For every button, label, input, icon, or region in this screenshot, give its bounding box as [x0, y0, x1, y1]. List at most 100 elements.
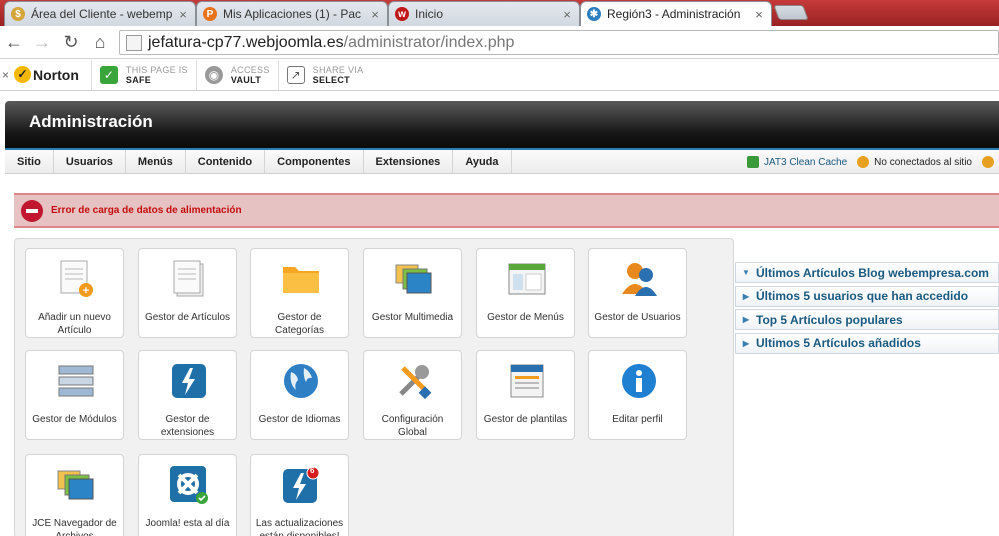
slider-last-users[interactable]: ▶ Últimos 5 usuarios que han accedido [735, 285, 999, 307]
media-manager-button[interactable]: Gestor Multimedia [363, 248, 462, 338]
tab-mis-aplicaciones[interactable]: P Mis Aplicaciones (1) - Pac × [196, 1, 388, 26]
menu-menus[interactable]: Menús [126, 149, 186, 174]
module-manager-button[interactable]: Gestor de Módulos [25, 350, 124, 440]
language-manager-button[interactable]: Gestor de Idiomas [250, 350, 349, 440]
category-manager-button[interactable]: Gestor de Categorías [250, 248, 349, 338]
menu-manager-icon [507, 259, 547, 299]
norton-share-item[interactable]: ↗ SHARE VIA SELECT [277, 59, 372, 90]
right-sliders: ▼ Últimos Artículos Blog webempresa.com … [735, 262, 999, 356]
slider-latest-articles[interactable]: ▶ Ultimos 5 Artículos añadidos [735, 332, 999, 354]
url-path: /administrator/index.php [343, 33, 515, 51]
norton-logo[interactable]: ✓ Norton [14, 66, 79, 83]
extensions-icon [169, 361, 209, 401]
w-icon: w [395, 7, 409, 21]
home-icon[interactable]: ⌂ [89, 31, 111, 53]
icon-label: Las actualizaciones están disponibles! [255, 518, 344, 536]
cache-label: JAT3 Clean Cache [763, 156, 848, 168]
tab-title: Región3 - Administración [607, 7, 741, 21]
icon-label: Gestor de Módulos [32, 414, 117, 425]
error-icon [21, 199, 43, 222]
cache-icon [746, 156, 759, 168]
icon-label: Gestor de extensiones [160, 414, 215, 438]
url-host: jefatura-cp77.webjoomla.es [148, 33, 344, 51]
back-arrow-icon[interactable]: ← [3, 31, 25, 53]
item-value: SAFE [125, 74, 152, 85]
tab-inicio[interactable]: w Inicio × [388, 1, 580, 26]
chevron-right-icon: ▶ [742, 291, 750, 301]
close-icon[interactable]: × [177, 7, 189, 22]
page-title: Administración [29, 112, 153, 131]
article-manager-button[interactable]: Gestor de Artículos [138, 248, 237, 338]
template-manager-button[interactable]: Gestor de plantilas [476, 350, 575, 440]
icon-label: Joomla! esta al día [145, 518, 230, 529]
jce-file-browser-button[interactable]: JCE Navegador de Archivos [25, 454, 124, 536]
tab-title: Área del Cliente - webemp [31, 7, 173, 21]
menu-extensiones[interactable]: Extensiones [364, 149, 454, 174]
check-shield-icon: ✓ [99, 65, 118, 84]
menu-contenido[interactable]: Contenido [186, 149, 266, 174]
tab-region3[interactable]: ✱ Región3 - Administración × [580, 1, 772, 26]
icon-label: JCE Navegador de Archivos [32, 518, 117, 536]
item-caption: THIS PAGE IS [125, 64, 188, 75]
quickicon-panel: + Añadir un nuevo Artículo Gestor de Art… [14, 238, 734, 536]
item-value: VAULT [230, 74, 262, 85]
users-icon [619, 259, 659, 299]
user-manager-button[interactable]: Gestor de Usuarios [588, 248, 687, 338]
media-icon [394, 259, 434, 299]
tools-icon [394, 361, 434, 401]
update-count-badge: 6 [310, 466, 315, 475]
share-icon: ↗ [286, 65, 305, 84]
users-icon [857, 156, 870, 168]
item-caption: SHARE VIA [312, 64, 364, 75]
new-tab-button[interactable] [773, 5, 809, 20]
updates-available-button[interactable]: 6 Las actualizaciones están disponibles! [250, 454, 349, 536]
forward-arrow-icon[interactable]: → [31, 31, 53, 53]
admin-menu-bar: Sitio Usuarios Menús Contenido Component… [5, 149, 999, 174]
item-caption: ACCESS [230, 64, 270, 75]
page-icon [126, 34, 142, 51]
visitors-label: No conectados al sitio [874, 156, 972, 168]
add-article-button[interactable]: + Añadir un nuevo Artículo [25, 248, 124, 338]
menu-componentes[interactable]: Componentes [265, 149, 364, 174]
svg-text:+: + [83, 285, 89, 297]
admin-users-icon [982, 156, 994, 168]
reload-icon[interactable]: ↻ [60, 31, 82, 53]
icon-label: Añadir un nuevo Artículo [38, 312, 111, 336]
norton-safe-item[interactable]: ✓ THIS PAGE IS SAFE [90, 59, 196, 90]
slider-popular-articles[interactable]: ▶ Top 5 Artículos populares [735, 309, 999, 330]
url-input[interactable]: jefatura-cp77.webjoomla.es/administrator… [119, 30, 999, 55]
tab-area-cliente[interactable]: $ Área del Cliente - webemp × [4, 1, 196, 26]
norton-vault-item[interactable]: ◉ ACCESS VAULT [195, 59, 278, 90]
tab-title: Mis Aplicaciones (1) - Pac [223, 7, 362, 21]
menu-manager-button[interactable]: Gestor de Menús [476, 248, 575, 338]
icon-label: Gestor de Idiomas [258, 414, 341, 425]
chevron-right-icon: ▶ [742, 315, 750, 324]
globe-icon [281, 361, 321, 401]
close-icon[interactable]: × [561, 7, 573, 22]
icon-label: Gestor de Artículos [144, 312, 231, 323]
close-icon[interactable]: × [369, 7, 381, 22]
menu-usuarios[interactable]: Usuarios [54, 149, 126, 174]
icon-label: Gestor de Categorías [275, 312, 324, 336]
close-icon[interactable]: × [2, 68, 14, 82]
coins-icon: $ [11, 7, 25, 21]
modules-icon [56, 361, 96, 401]
add-article-icon: + [56, 259, 96, 299]
extension-manager-button[interactable]: Gestor de extensiones [138, 350, 237, 440]
jat3-clean-cache-link[interactable]: JAT3 Clean Cache [746, 156, 848, 168]
global-configuration-button[interactable]: Configuración Global [363, 350, 462, 440]
close-icon[interactable]: × [753, 7, 765, 22]
edit-profile-button[interactable]: Editar perfil [588, 350, 687, 440]
folder-icon [281, 259, 321, 299]
slider-title: Top 5 Artículos populares [756, 312, 903, 327]
icon-label: Configuración Global [381, 414, 444, 438]
browser-tab-bar: $ Área del Cliente - webemp × P Mis Apli… [0, 0, 999, 26]
chevron-down-icon: ▼ [742, 268, 750, 277]
menu-sitio[interactable]: Sitio [5, 149, 54, 174]
menu-status: JAT3 Clean Cache No conectados al sitio [737, 150, 999, 174]
joomla-up-to-date-button[interactable]: Joomla! esta al día [138, 454, 237, 536]
admins-status [982, 156, 999, 168]
slider-blog-articles[interactable]: ▼ Últimos Artículos Blog webempresa.com [735, 262, 999, 283]
menu-ayuda[interactable]: Ayuda [453, 149, 512, 174]
updates-icon: 6 [281, 465, 321, 505]
